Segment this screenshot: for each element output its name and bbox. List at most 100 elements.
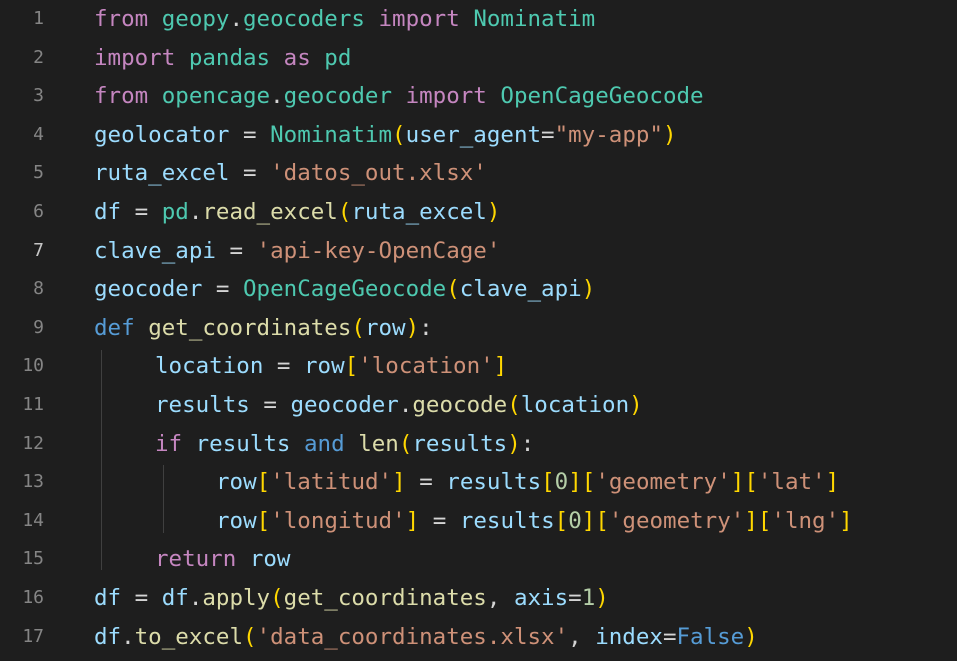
- code-token: ruta_excel: [94, 160, 230, 187]
- code-line[interactable]: 16 df = df.apply(get_coordinates, axis=1): [0, 579, 957, 617]
- code-token: geolocator: [94, 121, 230, 148]
- code-token: Nominatim: [473, 6, 596, 32]
- code-line[interactable]: 12 if results and len(results):: [0, 425, 957, 463]
- code-line[interactable]: 15 return row: [0, 540, 957, 578]
- code-token: =: [229, 160, 271, 187]
- code-token: pd: [324, 44, 352, 71]
- code-token: Nominatim: [270, 121, 393, 148]
- code-token: ): [629, 392, 643, 418]
- code-token: 1: [581, 585, 596, 611]
- code-line[interactable]: 5 ruta_excel = 'datos_out.xlsx': [0, 154, 957, 192]
- code-token: ]: [493, 353, 508, 380]
- code-token: pandas: [188, 44, 271, 71]
- code-token: ): [744, 623, 758, 650]
- code-token: ]: [744, 507, 758, 534]
- code-token: 'location': [358, 353, 494, 380]
- code-line[interactable]: 3 from opencage.geocoder import OpenCageG…: [0, 77, 957, 115]
- code-token: df: [161, 585, 189, 611]
- code-token: 'latitud': [270, 469, 393, 496]
- code-token: (: [446, 276, 460, 303]
- code-token: to_excel: [134, 623, 244, 650]
- code-token: [: [581, 469, 596, 496]
- code-token: ,: [486, 585, 514, 611]
- code-token: 'data_coordinates.xlsx': [256, 623, 569, 650]
- code-text: def get_coordinates(row):: [94, 309, 433, 347]
- code-token: import: [378, 6, 460, 32]
- code-token: row: [249, 546, 291, 573]
- code-token: 'api-key-OpenCage': [256, 237, 501, 264]
- code-token: ): [486, 199, 501, 225]
- code-token: len: [358, 430, 399, 457]
- code-token: .: [229, 6, 244, 32]
- code-token: =: [662, 623, 677, 650]
- code-token: results: [195, 430, 291, 457]
- line-number: 7: [33, 239, 44, 261]
- code-line[interactable]: 8 geocoder = OpenCageGeocode(clave_api): [0, 270, 957, 308]
- code-token: =: [541, 121, 555, 148]
- code-token: "my-app": [554, 121, 663, 148]
- code-token: 0: [554, 469, 569, 496]
- code-token: clave_api: [459, 276, 582, 303]
- code-line[interactable]: 1 from geopy.geocoders import Nominatim: [0, 0, 957, 38]
- code-token: =: [121, 199, 162, 225]
- code-token: 'lat': [757, 469, 826, 496]
- code-token: [: [541, 469, 555, 496]
- code-token: geocoders: [243, 6, 365, 32]
- code-line[interactable]: 10 location = row['location']: [0, 347, 957, 385]
- code-token: ): [595, 585, 609, 611]
- code-token: axis: [513, 585, 569, 611]
- code-token: read_excel: [202, 199, 338, 225]
- line-number: 8: [33, 278, 44, 300]
- line-number: 4: [33, 123, 44, 145]
- code-line[interactable]: 2 import pandas as pd: [0, 39, 957, 77]
- code-token: .: [188, 199, 203, 225]
- code-line[interactable]: 4 geolocator = Nominatim(user_agent="my-a…: [0, 116, 957, 154]
- code-token: .: [188, 585, 203, 611]
- line-number: 2: [33, 46, 44, 68]
- code-token: 'datos_out.xlsx': [270, 160, 487, 187]
- code-token: (: [337, 199, 352, 225]
- code-token: geocode: [412, 392, 508, 418]
- code-token: location: [520, 392, 630, 418]
- code-token: =: [121, 585, 162, 611]
- line-number: 15: [22, 548, 44, 570]
- code-line[interactable]: 17 df.to_excel('data_coordinates.xlsx', i…: [0, 618, 957, 656]
- code-token: (: [351, 314, 365, 341]
- code-line[interactable]: 11 results = geocoder.geocode(location): [0, 386, 957, 424]
- code-line[interactable]: 7 clave_api = 'api-key-OpenCage': [0, 232, 957, 270]
- code-token: def: [94, 314, 135, 341]
- code-token: 0: [568, 507, 582, 534]
- code-text: df = df.apply(get_coordinates, axis=1): [94, 579, 609, 617]
- code-line[interactable]: 14 row['longitud'] = results[0]['geometry…: [0, 502, 957, 540]
- code-token: as: [283, 44, 311, 71]
- code-token: =: [568, 585, 582, 611]
- code-line[interactable]: 9 def get_coordinates(row):: [0, 309, 957, 347]
- code-token: :: [419, 314, 433, 341]
- code-token: :: [520, 430, 535, 457]
- code-token: 'geometry': [608, 507, 745, 534]
- code-line[interactable]: 6 df = pd.read_excel(ruta_excel): [0, 193, 957, 231]
- code-token: False: [676, 623, 745, 650]
- line-number: 17: [22, 625, 44, 647]
- code-token: from: [94, 83, 149, 110]
- code-token: pd: [161, 199, 189, 225]
- code-text: location = row['location']: [155, 347, 507, 385]
- code-token: ]: [392, 469, 406, 496]
- code-text: from opencage.geocoder import OpenCageGe…: [94, 77, 704, 115]
- code-token: [: [554, 507, 569, 534]
- code-token: .: [398, 392, 413, 418]
- code-line[interactable]: 13 row['latitud'] = results[0]['geometry'…: [0, 463, 957, 501]
- code-token: ): [405, 314, 420, 341]
- code-editor[interactable]: 1 from geopy.geocoders import Nominatim 2 i…: [0, 0, 957, 661]
- code-token: get_coordinates: [283, 585, 487, 611]
- code-token: results: [459, 507, 555, 534]
- code-text: geolocator = Nominatim(user_agent="my-ap…: [94, 116, 677, 154]
- code-token: ruta_excel: [351, 199, 487, 225]
- code-token: (: [243, 623, 257, 650]
- code-text: from geopy.geocoders import Nominatim: [94, 0, 595, 38]
- line-number: 13: [22, 471, 44, 493]
